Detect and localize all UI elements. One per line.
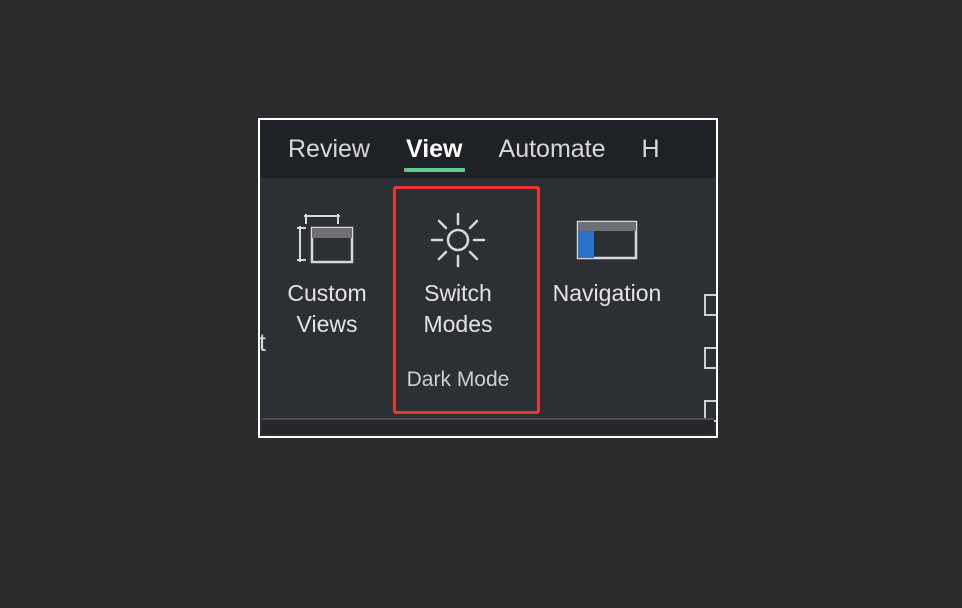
navigation-pane-icon [571, 208, 643, 272]
edge-fragment [704, 294, 716, 316]
edge-fragment [704, 347, 716, 369]
bottom-separator [262, 418, 714, 434]
switch-modes-label: Switch Modes [423, 278, 492, 340]
switch-modes-button[interactable]: Switch Modes [414, 200, 502, 346]
ribbon-row: t Custom Views [260, 178, 716, 418]
tab-automate[interactable]: Automate [481, 125, 624, 174]
sun-icon [422, 208, 494, 272]
navigation-label: Navigation [553, 278, 662, 309]
right-edge-fragments [704, 248, 716, 438]
custom-views-button[interactable]: Custom Views [279, 200, 374, 346]
tab-help-partial[interactable]: H [624, 125, 678, 174]
ribbon-capture-frame: Review View Automate H t [258, 118, 718, 438]
dark-mode-caption: Dark Mode [407, 368, 510, 392]
navigation-group: Navigation [528, 190, 686, 418]
navigation-button[interactable]: Navigation [545, 200, 670, 315]
custom-views-group: Custom Views [266, 190, 388, 418]
tab-review[interactable]: Review [270, 125, 388, 174]
custom-views-icon [291, 208, 363, 272]
switch-modes-group: Switch Modes Dark Mode [388, 190, 528, 418]
custom-views-label: Custom Views [287, 278, 366, 340]
tab-view[interactable]: View [388, 125, 481, 174]
ribbon-tabs-bar: Review View Automate H [260, 120, 716, 178]
